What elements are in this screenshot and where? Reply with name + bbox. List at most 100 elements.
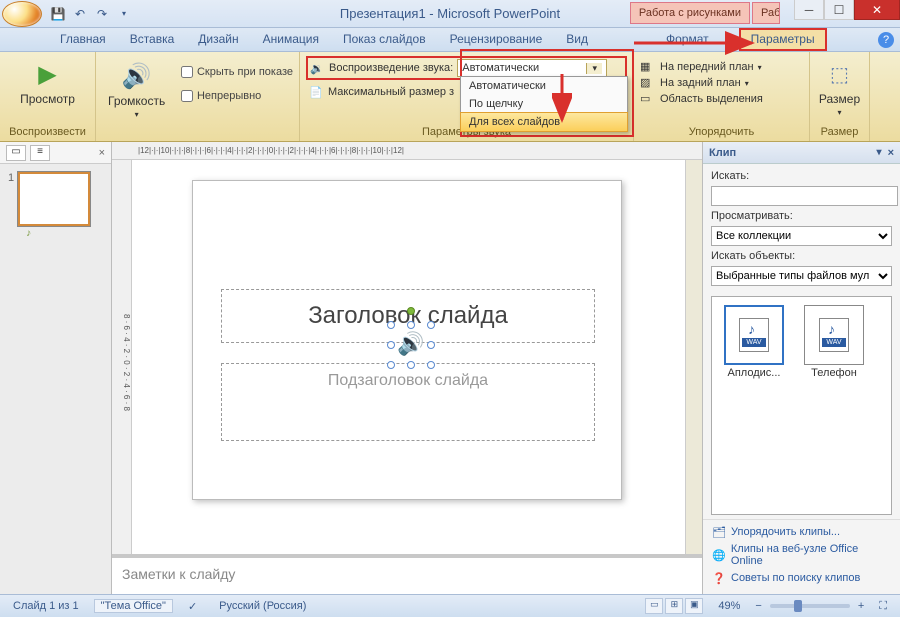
clip-panel-header: Клип ▾ × (703, 142, 900, 164)
resize-handle[interactable] (427, 341, 435, 349)
slides-tab-icon[interactable]: ▭ (6, 145, 26, 161)
link-label: Клипы на веб-узле Office Online (731, 543, 892, 567)
clip-item-label: Телефон (811, 367, 857, 379)
tab-animation[interactable]: Анимация (251, 28, 331, 51)
slide-thumbnail-preview (18, 172, 90, 226)
clip-result-item[interactable]: WAV Аплодис... (720, 305, 788, 379)
volume-button[interactable]: 🔊 Громкость ▾ (102, 58, 171, 121)
tab-design[interactable]: Дизайн (186, 28, 250, 51)
sound-play-icon: 🔉 (309, 60, 325, 76)
dd-option-all-slides[interactable]: Для всех слайдов (460, 112, 628, 132)
subtitle-placeholder[interactable]: Подзаголовок слайда (221, 363, 595, 441)
office-button[interactable] (2, 1, 42, 27)
undo-icon[interactable]: ↶ (72, 6, 88, 22)
organize-icon: 🗂 (711, 524, 727, 540)
tab-view[interactable]: Вид (554, 28, 600, 51)
slideshow-view-button[interactable]: ▣ (685, 598, 703, 614)
chevron-down-icon: ▾ (135, 110, 139, 119)
context-tab-picture-tools[interactable]: Работа с рисунками (630, 2, 750, 24)
dd-option-click[interactable]: По щелчку (461, 95, 627, 113)
globe-icon: 🌐 (711, 547, 727, 563)
audio-object[interactable]: 🔊 (397, 331, 425, 359)
panel-close-icon[interactable]: × (888, 147, 894, 159)
maximize-button[interactable]: ☐ (824, 0, 854, 20)
loop-checkbox-input[interactable] (181, 90, 193, 102)
rotate-handle[interactable] (407, 307, 415, 315)
clip-result-item[interactable]: WAV Телефон (800, 305, 868, 379)
tab-review[interactable]: Рецензирование (438, 28, 555, 51)
tab-format[interactable]: Формат (654, 28, 721, 51)
context-tab-group: Работа с рисунками Раб... (630, 2, 780, 24)
chevron-down-icon: ▾ (837, 108, 841, 117)
resize-handle[interactable] (387, 341, 395, 349)
notes-pane[interactable]: Заметки к слайду (112, 554, 702, 594)
organize-clips-link[interactable]: 🗂Упорядочить клипы... (711, 524, 892, 540)
resize-handle[interactable] (407, 361, 415, 369)
play-icon: ▶ (32, 58, 64, 90)
resize-handle[interactable] (387, 321, 395, 329)
hide-during-show-checkbox[interactable]: Скрыть при показе (181, 64, 293, 80)
browse-select[interactable]: Все коллекции (711, 226, 892, 246)
ribbon-tab-strip: Главная Вставка Дизайн Анимация Показ сл… (0, 28, 900, 52)
zoom-out-button[interactable]: − (755, 600, 761, 612)
ribbon: ▶ Просмотр Воспроизвести 🔊 Громкость ▾ С… (0, 52, 900, 142)
types-select[interactable]: Выбранные типы файлов мул (711, 266, 892, 286)
resize-handle[interactable] (427, 361, 435, 369)
save-icon[interactable]: 💾 (50, 6, 66, 22)
zoom-value[interactable]: 49% (711, 599, 747, 613)
search-tips-link[interactable]: ❓Советы по поиску клипов (711, 570, 892, 586)
vertical-scrollbar[interactable] (685, 160, 702, 554)
selection-pane-icon: ▭ (640, 92, 656, 106)
normal-view-button[interactable]: ▭ (645, 598, 663, 614)
group-play: ▶ Просмотр Воспроизвести (0, 52, 96, 141)
resize-handle[interactable] (407, 321, 415, 329)
resize-handle[interactable] (427, 321, 435, 329)
send-back-button[interactable]: ▨На задний план▾ (640, 76, 803, 90)
zoom-slider-thumb[interactable] (794, 600, 802, 612)
minimize-button[interactable]: ─ (794, 0, 824, 20)
selection-pane-button[interactable]: ▭ Область выделения (640, 92, 803, 106)
chevron-down-icon[interactable]: ▾ (877, 147, 882, 158)
zoom-in-button[interactable]: + (858, 600, 864, 612)
selection-pane-label: Область выделения (660, 93, 763, 105)
qat-dropdown-icon[interactable]: ▾ (116, 6, 132, 22)
group-arrange-label: Упорядочить (640, 124, 803, 141)
chevron-down-icon: ▾ (758, 63, 762, 72)
close-button[interactable]: ✕ (854, 0, 900, 20)
group-sound-options: 🔉 Воспроизведение звука: Автоматически ▾… (300, 52, 634, 141)
loop-checkbox[interactable]: Непрерывно (181, 88, 293, 104)
bring-front-button[interactable]: ▦На передний план▾ (640, 60, 803, 74)
tab-home[interactable]: Главная (48, 28, 118, 51)
zoom-slider[interactable] (770, 604, 850, 608)
slide-thumbnail-1[interactable]: 1 ♪ (8, 172, 103, 239)
resize-handle[interactable] (387, 361, 395, 369)
outline-tab-icon[interactable]: ≡ (30, 145, 50, 161)
preview-button[interactable]: ▶ Просмотр (6, 56, 89, 108)
redo-icon[interactable]: ↷ (94, 6, 110, 22)
hide-checkbox-input[interactable] (181, 66, 193, 78)
slide-count-status: Слайд 1 из 1 (6, 599, 86, 613)
slide-canvas[interactable]: Заголовок слайда Подзаголовок слайда 🔊 (132, 160, 685, 554)
search-input[interactable] (711, 186, 898, 206)
help-icon[interactable]: ? (878, 32, 894, 48)
language-status[interactable]: Русский (Россия) (212, 599, 313, 613)
link-label: Советы по поиску клипов (731, 572, 860, 584)
context-tab-truncated[interactable]: Раб... (752, 2, 780, 24)
tab-parameters[interactable]: Параметры (739, 28, 827, 51)
tab-insert[interactable]: Вставка (118, 28, 187, 51)
tab-slideshow[interactable]: Показ слайдов (331, 28, 438, 51)
fit-to-window-button[interactable]: ⛶ (872, 599, 894, 614)
send-back-label: На задний план (660, 77, 741, 89)
types-label: Искать объекты: (711, 250, 892, 262)
window-controls: ─ ☐ ✕ (794, 0, 900, 20)
dd-option-auto[interactable]: Автоматически (461, 77, 627, 95)
theme-status[interactable]: "Тема Office" (94, 599, 173, 613)
size-button[interactable]: ⬚ Размер ▾ (816, 56, 863, 119)
office-online-link[interactable]: 🌐Клипы на веб-узле Office Online (711, 543, 892, 567)
group-size-label: Размер (816, 124, 863, 141)
sorter-view-button[interactable]: ⊞ (665, 598, 683, 614)
play-sound-dropdown[interactable]: Автоматически ▾ (457, 59, 607, 77)
spellcheck-icon[interactable]: ✓ (181, 599, 204, 614)
panel-close-icon[interactable]: × (99, 147, 105, 159)
group-size: ⬚ Размер ▾ Размер (810, 52, 870, 141)
